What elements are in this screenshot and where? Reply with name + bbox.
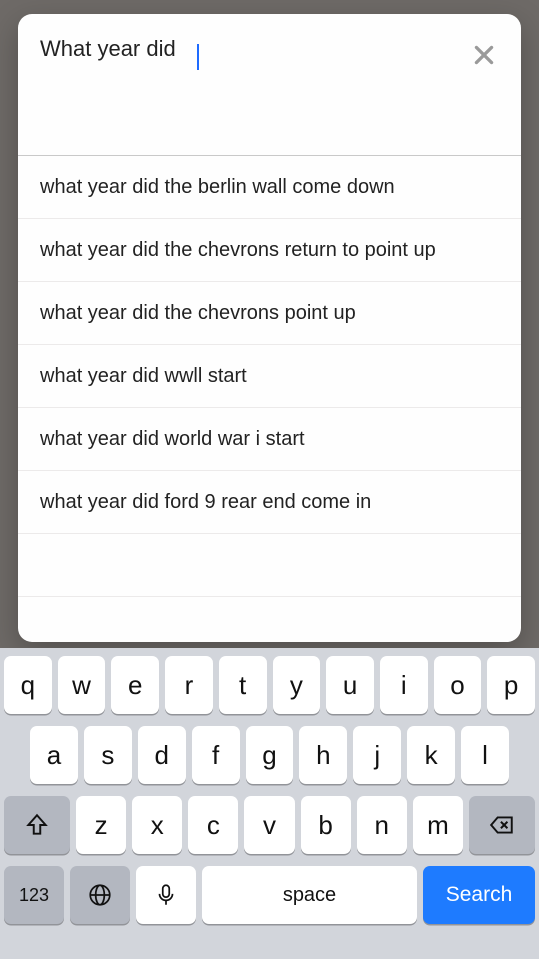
microphone-icon — [153, 882, 179, 908]
on-screen-keyboard: q w e r t y u i o p a s d f g h j k l z … — [0, 648, 539, 959]
key-r[interactable]: r — [165, 656, 213, 714]
key-shift[interactable] — [4, 796, 70, 854]
key-t[interactable]: t — [219, 656, 267, 714]
key-b[interactable]: b — [301, 796, 351, 854]
key-x[interactable]: x — [132, 796, 182, 854]
key-p[interactable]: p — [487, 656, 535, 714]
key-c[interactable]: c — [188, 796, 238, 854]
key-k[interactable]: k — [407, 726, 455, 784]
search-card: what year did the berlin wall come down … — [18, 14, 521, 642]
key-g[interactable]: g — [246, 726, 294, 784]
search-area — [18, 14, 521, 156]
key-f[interactable]: f — [192, 726, 240, 784]
keyboard-row: q w e r t y u i o p — [4, 656, 535, 714]
key-backspace[interactable] — [469, 796, 535, 854]
search-input[interactable] — [18, 14, 451, 62]
key-y[interactable]: y — [273, 656, 321, 714]
key-e[interactable]: e — [111, 656, 159, 714]
suggestion-item[interactable]: what year did world war i start — [18, 408, 521, 471]
keyboard-row: 123 space Search — [4, 866, 535, 924]
key-search[interactable]: Search — [423, 866, 535, 924]
text-caret — [197, 44, 199, 70]
keyboard-row: a s d f g h j k l — [4, 726, 535, 784]
close-button[interactable] — [467, 38, 501, 72]
key-q[interactable]: q — [4, 656, 52, 714]
keyboard-row: z x c v b n m — [4, 796, 535, 854]
key-numbers[interactable]: 123 — [4, 866, 64, 924]
suggestion-item[interactable]: what year did the berlin wall come down — [18, 156, 521, 219]
suggestion-item[interactable]: what year did the chevrons point up — [18, 282, 521, 345]
key-h[interactable]: h — [299, 726, 347, 784]
backspace-icon — [489, 812, 515, 838]
key-i[interactable]: i — [380, 656, 428, 714]
suggestion-item[interactable]: what year did wwll start — [18, 345, 521, 408]
key-a[interactable]: a — [30, 726, 78, 784]
key-dictation[interactable] — [136, 866, 196, 924]
key-v[interactable]: v — [244, 796, 294, 854]
key-space[interactable]: space — [202, 866, 417, 924]
suggestion-item[interactable]: what year did the chevrons return to poi… — [18, 219, 521, 282]
globe-icon — [87, 882, 113, 908]
key-n[interactable]: n — [357, 796, 407, 854]
close-icon — [471, 42, 497, 68]
key-globe[interactable] — [70, 866, 130, 924]
empty-row — [18, 534, 521, 597]
key-z[interactable]: z — [76, 796, 126, 854]
shift-icon — [24, 812, 50, 838]
key-u[interactable]: u — [326, 656, 374, 714]
key-s[interactable]: s — [84, 726, 132, 784]
key-w[interactable]: w — [58, 656, 106, 714]
suggestions-list: what year did the berlin wall come down … — [18, 156, 521, 642]
key-m[interactable]: m — [413, 796, 463, 854]
suggestion-item[interactable]: what year did ford 9 rear end come in — [18, 471, 521, 534]
key-l[interactable]: l — [461, 726, 509, 784]
key-d[interactable]: d — [138, 726, 186, 784]
key-j[interactable]: j — [353, 726, 401, 784]
key-o[interactable]: o — [434, 656, 482, 714]
